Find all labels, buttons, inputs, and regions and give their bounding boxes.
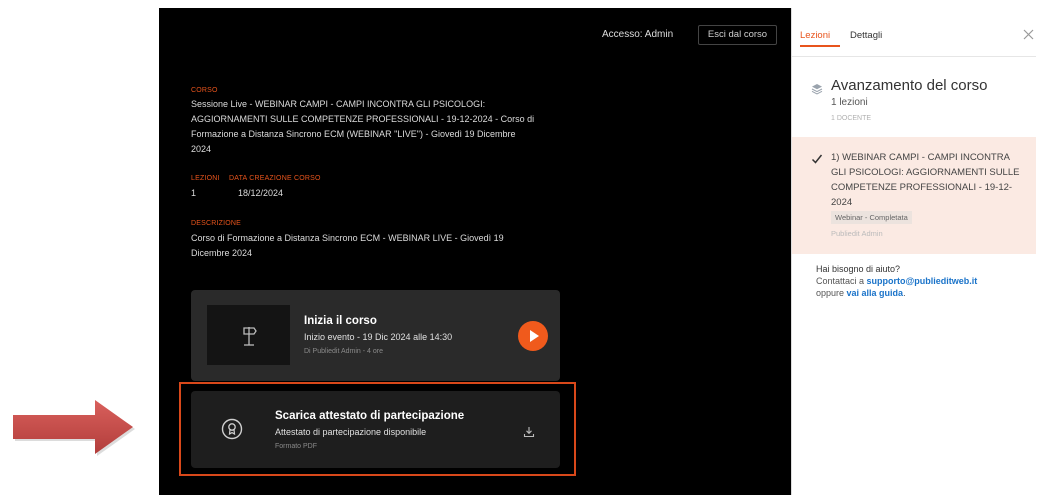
signpost-icon — [243, 327, 257, 346]
certificate-subtitle: Attestato di partecipazione disponibile — [275, 427, 427, 437]
lessons-label: LEZIONI — [191, 175, 220, 182]
help-title: Hai bisogno di aiuto? — [816, 264, 901, 274]
lesson-author: Publiedit Admin — [831, 229, 883, 238]
certificate-format: Formato PDF — [275, 443, 318, 450]
course-description: Corso di Formazione a Distanza Sincrono … — [191, 233, 504, 258]
created-date-value: 18/12/2024 — [238, 188, 284, 198]
layers-icon — [811, 84, 823, 95]
course-main-area: Accesso: Admin Esci dal corso CORSO Sess… — [159, 8, 791, 495]
created-date-label: DATA CREAZIONE CORSO — [229, 175, 321, 182]
tabs-divider — [792, 56, 1036, 57]
access-label: Accesso: Admin — [602, 29, 674, 40]
tab-dettagli[interactable]: Dettagli — [850, 30, 882, 41]
download-icon[interactable] — [523, 426, 535, 438]
close-icon[interactable] — [1023, 29, 1034, 40]
start-course-card[interactable]: Inizia il corso Inizio evento - 19 Dic 2… — [191, 290, 560, 381]
description-label: DESCRIZIONE — [191, 220, 242, 227]
guide-link[interactable]: vai alla guida — [847, 288, 904, 298]
lesson-list-item[interactable]: 1) WEBINAR CAMPI - CAMPI INCONTRA GLI PS… — [792, 137, 1036, 254]
course-label: CORSO — [191, 87, 218, 94]
active-tab-indicator — [800, 45, 840, 47]
check-icon — [811, 154, 823, 164]
help-contact-line: Contattaci a supporto@publieditweb.it — [816, 276, 978, 286]
progress-title: Avanzamento del corso — [831, 77, 988, 94]
lessons-count: 1 — [191, 188, 197, 198]
certificate-title: Scarica attestato di partecipazione — [275, 410, 465, 422]
start-course-subtitle: Inizio evento - 19 Dic 2024 alle 14:30 — [304, 332, 453, 342]
award-icon — [221, 418, 243, 440]
start-course-meta: Di Publiedit Admin - 4 ore — [304, 348, 383, 355]
help-guide-line: oppure vai alla guida. — [816, 288, 906, 298]
support-email-link[interactable]: supporto@publieditweb.it — [867, 276, 978, 286]
play-icon — [530, 330, 539, 342]
lesson-title: 1) WEBINAR CAMPI - CAMPI INCONTRA GLI PS… — [831, 152, 1020, 208]
lesson-status-badge: Webinar - Completata — [831, 211, 912, 224]
pointer-arrow-icon — [13, 400, 135, 456]
exit-course-button[interactable]: Esci dal corso — [698, 25, 777, 45]
tab-lezioni[interactable]: Lezioni — [800, 30, 830, 41]
progress-teacher-count: 1 DOCENTE — [831, 115, 872, 122]
course-title: Sessione Live - WEBINAR CAMPI - CAMPI IN… — [191, 99, 535, 154]
start-course-title: Inizia il corso — [304, 315, 377, 327]
play-button[interactable] — [518, 321, 548, 351]
download-certificate-card[interactable]: Scarica attestato di partecipazione Atte… — [191, 391, 560, 468]
lesson-thumbnail — [207, 305, 290, 365]
progress-lessons-count: 1 lezioni — [831, 97, 868, 108]
lessons-sidebar: Lezioni Dettagli Avanzamento del corso 1… — [791, 8, 1036, 495]
